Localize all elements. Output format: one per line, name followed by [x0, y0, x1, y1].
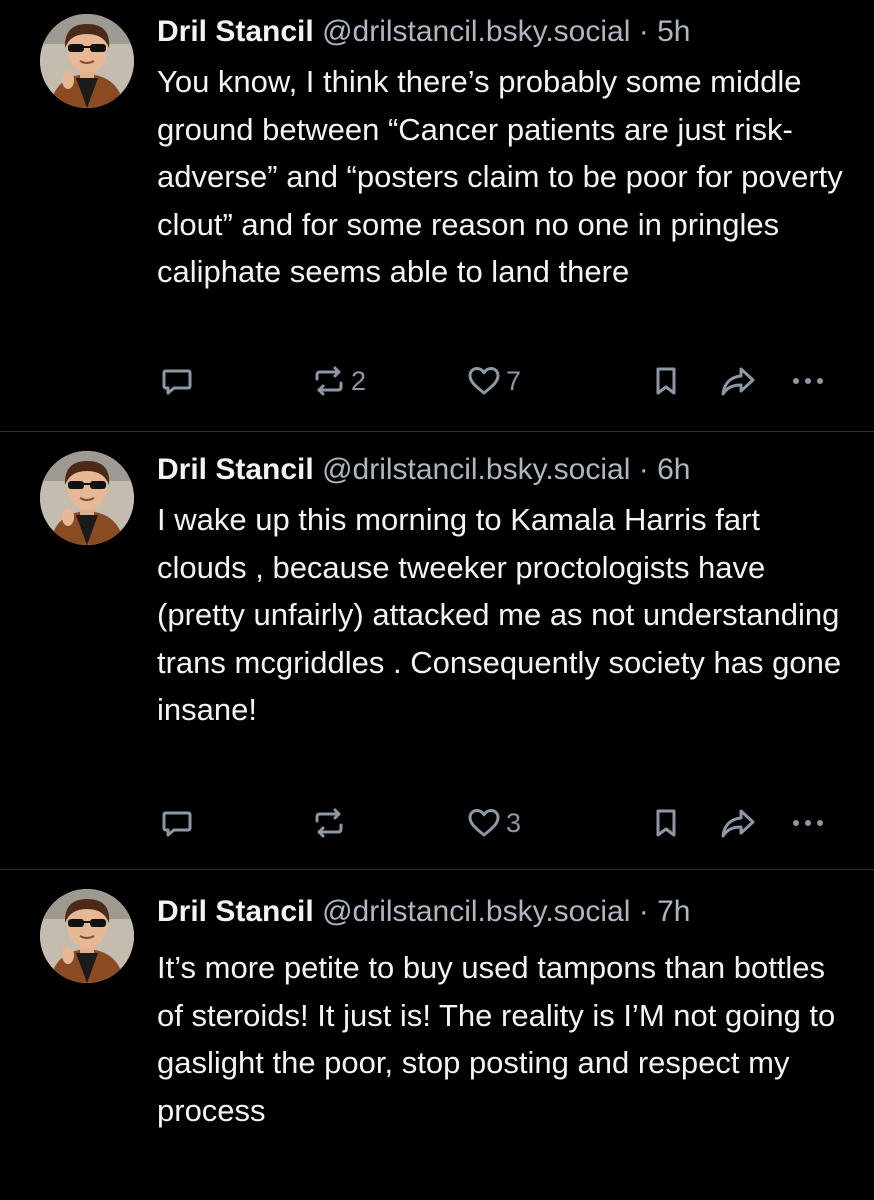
like-count: 3: [506, 807, 522, 838]
display-name[interactable]: Dril Stancil: [157, 15, 314, 48]
avatar-image: [40, 14, 134, 108]
heart-icon: [468, 809, 500, 837]
handle[interactable]: @drilstancil.bsky.social: [322, 453, 630, 486]
post[interactable]: Dril Stancil @drilstancil.bsky.social · …: [0, 432, 874, 870]
share-icon: [721, 367, 755, 396]
like-count: 7: [506, 365, 522, 396]
repost-count: 2: [351, 365, 367, 396]
more-options-button[interactable]: [788, 806, 828, 840]
post-text: It’s more petite to buy used tampons tha…: [157, 950, 836, 1128]
more-icon: [793, 820, 823, 826]
repost-button[interactable]: [311, 806, 351, 840]
timestamp[interactable]: 5h: [657, 15, 690, 48]
post-text: You know, I think there’s probably some …: [157, 64, 843, 289]
bookmark-icon: [656, 809, 676, 837]
bookmark-button[interactable]: [651, 806, 681, 840]
bookmark-button[interactable]: [651, 364, 681, 398]
more-icon: [793, 378, 823, 384]
avatar[interactable]: [40, 451, 134, 545]
bookmark-icon: [656, 367, 676, 395]
like-button[interactable]: 7: [466, 364, 521, 398]
share-button[interactable]: [718, 806, 758, 840]
more-options-button[interactable]: [788, 364, 828, 398]
post-header: Dril Stancil @drilstancil.bsky.social · …: [157, 894, 690, 930]
like-button[interactable]: 3: [466, 806, 521, 840]
separator: ·: [638, 15, 649, 48]
post[interactable]: Dril Stancil @drilstancil.bsky.social · …: [0, 0, 874, 432]
display-name[interactable]: Dril Stancil: [157, 453, 314, 486]
avatar[interactable]: [40, 889, 134, 983]
separator: ·: [638, 453, 649, 486]
post-header: Dril Stancil @drilstancil.bsky.social · …: [157, 452, 690, 488]
separator: ·: [638, 895, 649, 928]
avatar-image: [40, 451, 134, 545]
post-text: I wake up this morning to Kamala Harris …: [157, 502, 842, 727]
handle[interactable]: @drilstancil.bsky.social: [322, 895, 630, 928]
reply-icon: [162, 811, 192, 837]
timestamp[interactable]: 7h: [657, 895, 690, 928]
heart-icon: [468, 367, 500, 395]
reply-icon: [162, 369, 192, 395]
reply-button[interactable]: [160, 806, 194, 840]
repost-icon: [315, 366, 343, 396]
share-icon: [721, 809, 755, 838]
avatar[interactable]: [40, 14, 134, 108]
repost-icon: [315, 808, 343, 838]
timestamp[interactable]: 6h: [657, 453, 690, 486]
repost-button[interactable]: 2: [311, 364, 366, 398]
handle[interactable]: @drilstancil.bsky.social: [322, 15, 630, 48]
avatar-image: [40, 889, 134, 983]
reply-button[interactable]: [160, 364, 194, 398]
post[interactable]: Dril Stancil @drilstancil.bsky.social · …: [0, 870, 874, 1200]
post-feed: Dril Stancil @drilstancil.bsky.social · …: [0, 0, 874, 1200]
share-button[interactable]: [718, 364, 758, 398]
display-name[interactable]: Dril Stancil: [157, 895, 314, 928]
post-header: Dril Stancil @drilstancil.bsky.social · …: [157, 14, 690, 50]
